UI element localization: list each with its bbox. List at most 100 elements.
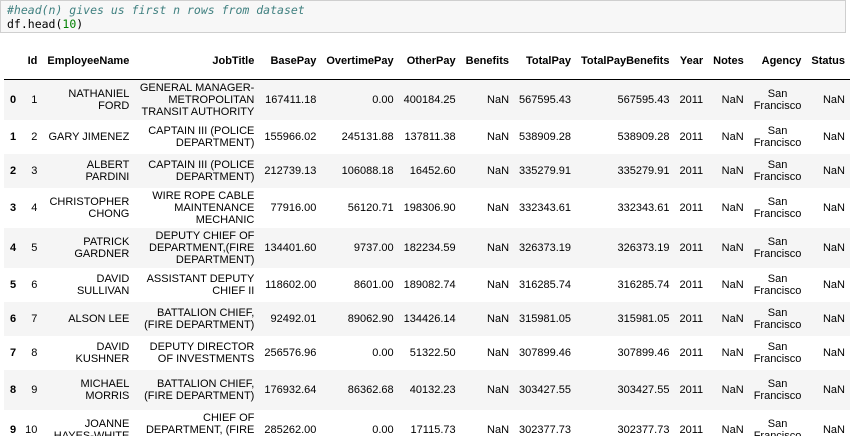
table-cell: 335279.91 bbox=[519, 165, 572, 177]
table-row: 0 1 NATHANIEL FORD GENERAL MANAGER-METROPOL… bbox=[4, 79, 850, 120]
table-cell: 5 bbox=[31, 242, 38, 254]
column-header: Benefits bbox=[460, 44, 515, 80]
table-cell: 86362.68 bbox=[347, 384, 394, 396]
column-header: TotalPayBenefits bbox=[576, 44, 675, 80]
table-cell: NaN bbox=[721, 165, 744, 177]
table-cell: 2011 bbox=[679, 384, 704, 396]
table-cell: 155966.02 bbox=[264, 131, 317, 143]
table-cell: 92492.01 bbox=[270, 313, 317, 325]
table-cell: 134426.14 bbox=[403, 313, 456, 325]
table-cell: 17115.73 bbox=[410, 424, 456, 436]
table-cell: 16452.60 bbox=[409, 165, 456, 177]
code-call-arg: 10 bbox=[62, 17, 77, 31]
table-cell: San Francisco bbox=[753, 88, 802, 112]
table-row: 4 5 PATRICK GARDNER DEPUTY CHIEF OF DEPARTM… bbox=[4, 228, 850, 268]
table-cell: MICHAEL MORRIS bbox=[80, 378, 130, 402]
row-index: 0 bbox=[10, 94, 17, 106]
header-row: Id EmployeeName JobTitle BasePay OvertimePay… bbox=[4, 44, 850, 80]
table-cell: NaN bbox=[721, 347, 744, 359]
table-cell: NaN bbox=[487, 202, 510, 214]
table-row: 5 6 DAVID SULLIVAN ASSISTANT DEPUTY CHIEF I… bbox=[4, 268, 850, 302]
table-cell: ALSON LEE bbox=[68, 313, 130, 325]
table-cell: 9 bbox=[31, 384, 38, 396]
table-row: 2 3 ALBERT PARDINI CAPTAIN III (POLICE DEPA… bbox=[4, 154, 850, 188]
table-cell: NaN bbox=[721, 94, 744, 106]
code-line: df.head(10) bbox=[7, 17, 839, 31]
row-index: 7 bbox=[10, 347, 17, 359]
row-index: 8 bbox=[10, 384, 17, 396]
table-cell: 4 bbox=[31, 202, 38, 214]
table-cell: San Francisco bbox=[753, 159, 802, 183]
table-cell: NaN bbox=[487, 165, 510, 177]
table-cell: NaN bbox=[822, 279, 845, 291]
table-cell: 335279.91 bbox=[617, 165, 670, 177]
table-cell: 302377.73 bbox=[519, 424, 572, 436]
table-cell: 0.00 bbox=[372, 424, 394, 436]
table-cell: 51322.50 bbox=[409, 347, 456, 359]
table-cell: PATRICK GARDNER bbox=[74, 236, 130, 260]
code-cell[interactable]: #head(n) gives us first n rows from data… bbox=[0, 0, 846, 33]
table-cell: 182234.59 bbox=[403, 242, 456, 254]
table-cell: NaN bbox=[822, 384, 845, 396]
table-cell: 137811.38 bbox=[404, 131, 456, 143]
table-cell: NaN bbox=[487, 131, 510, 143]
table-row: 7 8 DAVID KUSHNER DEPUTY DIRECTOR OF INVEST… bbox=[4, 336, 850, 370]
table-cell: 2011 bbox=[679, 313, 704, 325]
table-cell: San Francisco bbox=[753, 418, 802, 436]
column-header: TotalPay bbox=[514, 44, 577, 80]
table-cell: NaN bbox=[822, 313, 845, 325]
table-cell: 316285.74 bbox=[519, 279, 572, 291]
table-cell: 2011 bbox=[679, 424, 704, 436]
table-cell: San Francisco bbox=[753, 307, 802, 331]
table-cell: 307899.46 bbox=[519, 347, 572, 359]
table-cell: NaN bbox=[487, 279, 510, 291]
table-cell: BATTALION CHIEF, (FIRE DEPARTMENT) bbox=[144, 378, 255, 402]
table-cell: NaN bbox=[721, 313, 744, 325]
table-cell: DEPUTY CHIEF OF DEPARTMENT,(FIRE DEPARTM… bbox=[149, 230, 255, 266]
table-cell: 212739.13 bbox=[264, 165, 317, 177]
table-cell: CHRISTOPHER CHONG bbox=[49, 196, 130, 220]
table-cell: NaN bbox=[721, 279, 744, 291]
row-index: 5 bbox=[10, 279, 17, 291]
table-cell: 10 bbox=[25, 424, 38, 436]
table-cell: NaN bbox=[487, 384, 510, 396]
table-cell: San Francisco bbox=[753, 236, 802, 260]
table-cell: 8 bbox=[31, 347, 38, 359]
table-cell: 2011 bbox=[679, 242, 704, 254]
table-cell: San Francisco bbox=[753, 378, 802, 402]
output-area: Id EmployeeName JobTitle BasePay OvertimePay… bbox=[0, 44, 850, 436]
table-cell: GARY JIMENEZ bbox=[48, 131, 130, 143]
table-cell: 567595.43 bbox=[617, 94, 670, 106]
row-index: 3 bbox=[10, 202, 17, 214]
table-cell: 189082.74 bbox=[403, 279, 456, 291]
table-cell: 538909.28 bbox=[519, 131, 572, 143]
table-cell: 245131.88 bbox=[341, 131, 394, 143]
table-row: 8 9 MICHAEL MORRIS BATTALION CHIEF, (FIRE D… bbox=[4, 370, 850, 410]
table-cell: 326373.19 bbox=[617, 242, 670, 254]
index-header bbox=[4, 44, 21, 80]
table-cell: 3 bbox=[31, 165, 38, 177]
table-cell: 2 bbox=[31, 131, 38, 143]
table-cell: NaN bbox=[822, 347, 845, 359]
table-cell: 198306.90 bbox=[403, 202, 456, 214]
table-cell: CHIEF OF DEPARTMENT, (FIRE DEPARTMENT) bbox=[145, 412, 255, 436]
table-cell: GENERAL MANAGER-METROPOLITAN TRANSIT AUT… bbox=[139, 82, 255, 118]
table-cell: NaN bbox=[487, 94, 510, 106]
table-cell: 316285.74 bbox=[617, 279, 670, 291]
table-cell: 332343.61 bbox=[519, 202, 572, 214]
table-cell: NaN bbox=[487, 242, 510, 254]
table-cell: 2011 bbox=[679, 202, 704, 214]
dataframe-table: Id EmployeeName JobTitle BasePay OvertimePay… bbox=[4, 44, 850, 436]
table-cell: NaN bbox=[487, 347, 510, 359]
table-cell: 7 bbox=[31, 313, 38, 325]
table-cell: NaN bbox=[721, 384, 744, 396]
table-cell: DEPUTY DIRECTOR OF INVESTMENTS bbox=[149, 341, 255, 365]
table-cell: 167411.18 bbox=[265, 94, 317, 106]
code-call-prefix: df.head( bbox=[7, 17, 63, 31]
table-cell: NaN bbox=[487, 313, 510, 325]
table-cell: 332343.61 bbox=[617, 202, 670, 214]
table-cell: 307899.46 bbox=[617, 347, 670, 359]
table-cell: San Francisco bbox=[753, 341, 802, 365]
table-row: 3 4 CHRISTOPHER CHONG WIRE ROPE CABLE MAINT… bbox=[4, 188, 850, 228]
table-cell: JOANNE HAYES-WHITE bbox=[53, 418, 130, 436]
